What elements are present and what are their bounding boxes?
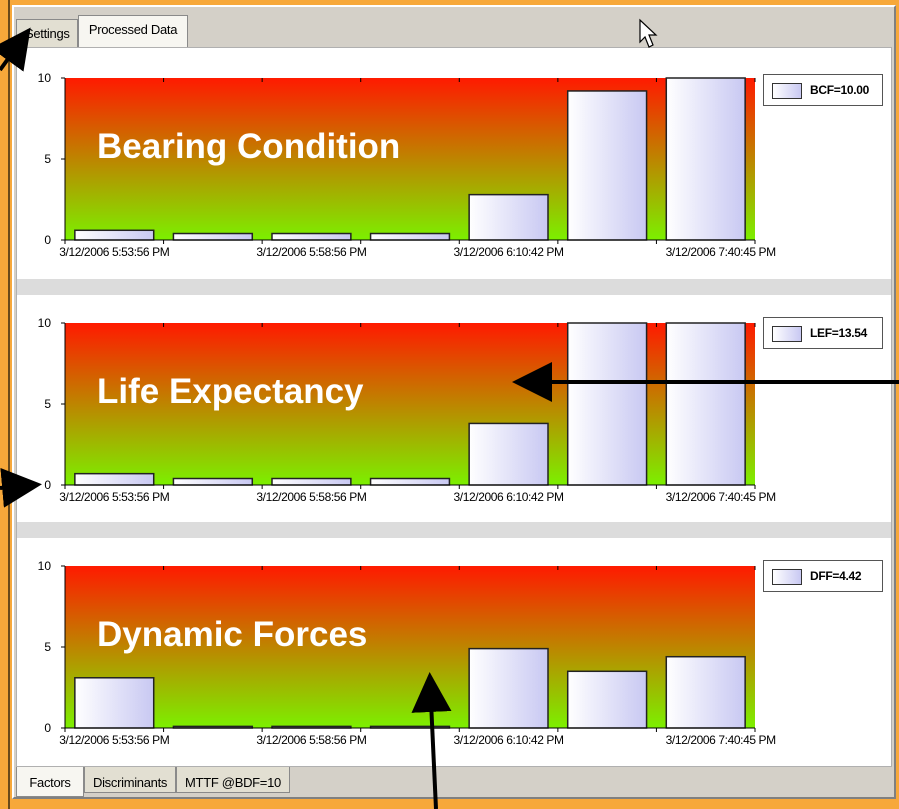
bar [271,477,352,486]
dff-legend: DFF=4.42 [763,560,883,592]
tab-processed-data[interactable]: Processed Data [78,15,188,47]
y-tick-label: 5 [44,152,51,166]
bar [74,229,155,241]
bcf-legend-label: BCF=10.00 [810,83,869,97]
y-tick-label: 10 [38,71,52,85]
x-tick-label: 3/12/2006 6:10:42 PM [454,490,564,504]
y-tick-label: 10 [38,559,52,573]
chart-title: Life Expectancy [97,372,364,411]
x-tick-label: 3/12/2006 5:53:56 PM [59,490,169,504]
bar [271,232,352,241]
x-tick-label: 3/12/2006 7:40:45 PM [666,733,776,747]
tab-settings-label: Settings [25,26,70,41]
x-tick-label: 3/12/2006 5:58:56 PM [256,490,366,504]
bcf-legend: BCF=10.00 [763,74,883,106]
chart-separator [17,279,891,295]
bar [369,232,451,241]
x-tick-label: 3/12/2006 6:10:42 PM [454,733,564,747]
dynamic-forces-chart: Dynamic Forces 10 5 0 3/12/2006 5:53:56 PM 3/… [38,559,777,747]
tab-mttf-label: MTTF @BDF=10 [185,775,281,790]
chart-title: Dynamic Forces [97,615,367,654]
tab-factors-label: Factors [29,775,71,790]
tab-discriminants[interactable]: Discriminants [84,767,176,793]
bearing-condition-chart: Bearing Condition 10 5 0 3/12/2006 5:53:56 P… [38,71,777,259]
bar [566,90,648,241]
bar [172,232,254,241]
y-tick-label: 10 [38,316,52,330]
lef-legend-swatch [772,326,802,342]
life-expectancy-chart: Life Expectancy 10 5 0 3/12/2006 5:53:56 PM 3… [38,316,777,504]
tab-settings[interactable]: Settings [16,19,78,47]
bar [369,477,451,486]
bar [172,477,254,486]
x-tick-label: 3/12/2006 5:58:56 PM [256,733,366,747]
lef-legend-label: LEF=13.54 [810,326,868,340]
bearing-condition-chart-panel: Bearing Condition 10 5 0 3/12/2006 5:53:56 P… [17,50,891,278]
y-tick-label: 0 [44,478,51,492]
tab-mttf[interactable]: MTTF @BDF=10 [176,767,290,793]
bar [566,670,648,729]
y-tick-label: 5 [44,640,51,654]
x-tick-label: 3/12/2006 6:10:42 PM [454,245,564,259]
left-border-strip [0,0,10,809]
bcf-legend-swatch [772,83,802,99]
x-tick-label: 3/12/2006 5:53:56 PM [59,733,169,747]
tab-discriminants-label: Discriminants [93,775,168,790]
dff-legend-swatch [772,569,802,585]
x-tick-label: 3/12/2006 7:40:45 PM [666,490,776,504]
tab-processed-data-label: Processed Data [88,22,178,37]
bar [74,677,155,729]
y-tick-label: 5 [44,397,51,411]
x-tick-label: 3/12/2006 5:58:56 PM [256,245,366,259]
life-expectancy-chart-panel: Life Expectancy 10 5 0 3/12/2006 5:53:56 PM 3… [17,295,891,521]
x-tick-label: 3/12/2006 7:40:45 PM [666,245,776,259]
chart-title: Bearing Condition [97,127,400,166]
bar [468,193,549,241]
y-tick-label: 0 [44,233,51,247]
factors-window: Settings Processed Data Bearing Conditio… [12,5,896,799]
screenshot-frame: Settings Processed Data Bearing Conditio… [0,0,899,809]
dynamic-forces-chart-panel: Dynamic Forces 10 5 0 3/12/2006 5:53:56 PM 3/… [17,538,891,766]
chart-separator [17,522,891,538]
y-tick-label: 0 [44,721,51,735]
dff-legend-label: DFF=4.42 [810,569,862,583]
bar [665,655,746,729]
bar [566,322,648,486]
processed-data-panel: Bearing Condition 10 5 0 3/12/2006 5:53:56 P… [16,47,892,767]
lef-legend: LEF=13.54 [763,317,883,349]
x-tick-label: 3/12/2006 5:53:56 PM [59,245,169,259]
bar [74,472,155,486]
bar [665,77,746,241]
bar [468,647,549,729]
bar [468,422,549,486]
bar [665,322,746,486]
tab-factors[interactable]: Factors [16,767,84,797]
